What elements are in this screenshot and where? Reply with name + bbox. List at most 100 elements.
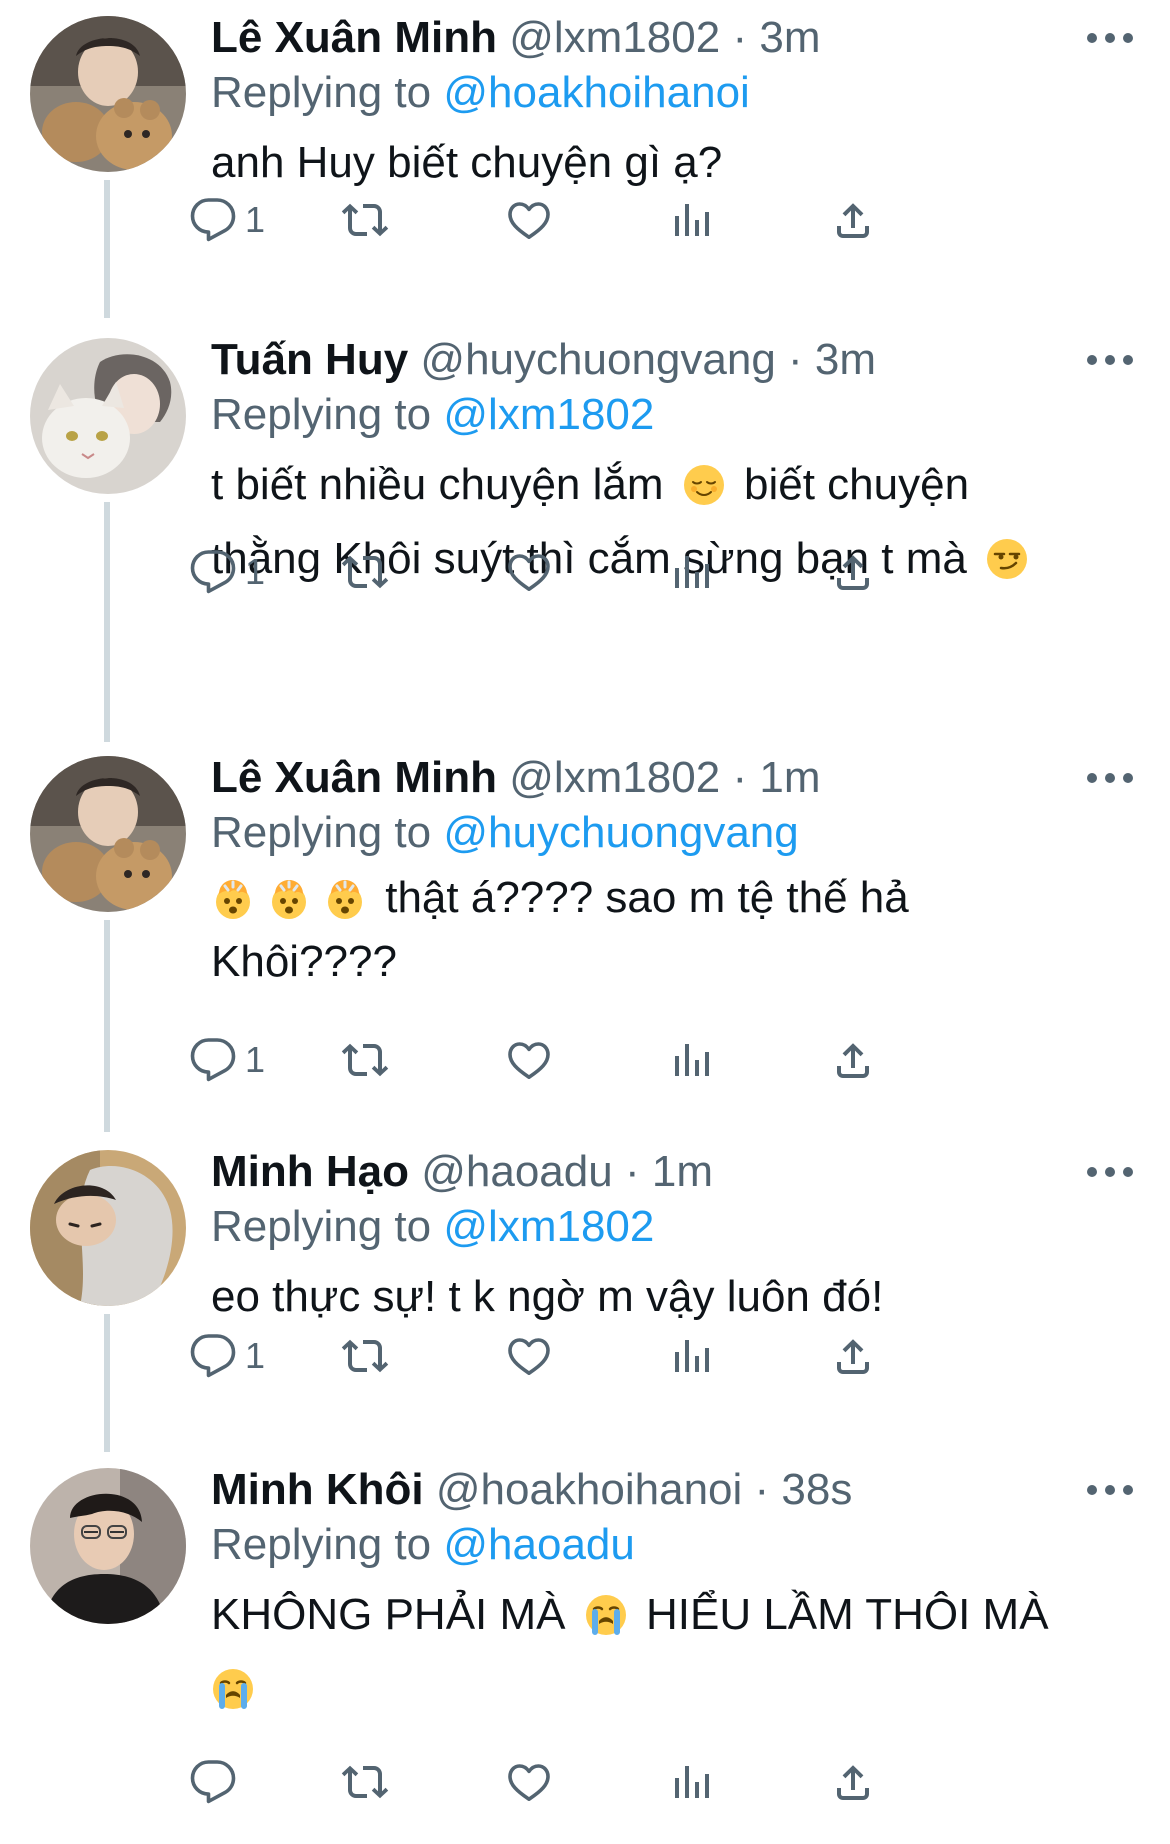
reply-icon (189, 1332, 237, 1380)
author-handle[interactable]: @lxm1802 (509, 753, 720, 802)
author-handle[interactable]: @lxm1802 (509, 13, 720, 62)
mention-link[interactable]: @huychuongvang (443, 808, 798, 857)
action-bar: 1 (211, 1030, 1051, 1090)
views-icon (667, 1332, 715, 1380)
separator: · (788, 335, 803, 384)
action-bar: 1 (211, 1326, 1051, 1386)
share-button[interactable] (829, 190, 877, 250)
tweet-text: thật á???? sao m tệ thế hả Khôi???? (211, 866, 1146, 994)
retweet-button[interactable] (341, 542, 389, 602)
share-button[interactable] (829, 1030, 877, 1090)
tweet-text-line: t biết nhiều chuyện lắm biết chuyện (211, 448, 1146, 522)
views-button[interactable] (667, 1326, 715, 1386)
more-options-icon[interactable] (1080, 760, 1140, 796)
tweet[interactable]: Minh Khôi @hoakhoihanoi · 38s Replying t… (0, 1452, 1170, 1844)
replying-to: Replying to @haoadu (211, 1518, 1146, 1572)
avatar[interactable] (30, 1468, 186, 1624)
views-button[interactable] (667, 1030, 715, 1090)
timestamp[interactable]: 3m (815, 335, 876, 384)
avatar[interactable] (30, 16, 186, 172)
more-options-icon[interactable] (1080, 1472, 1140, 1508)
more-options-icon[interactable] (1080, 20, 1140, 56)
share-button[interactable] (829, 542, 877, 602)
timestamp[interactable]: 38s (781, 1465, 852, 1514)
mention-link[interactable]: @haoadu (443, 1520, 635, 1569)
timestamp[interactable]: 1m (652, 1147, 713, 1196)
like-icon (505, 548, 553, 596)
views-button[interactable] (667, 1752, 715, 1812)
views-icon (667, 1036, 715, 1084)
reply-count: 1 (245, 1335, 266, 1376)
action-bar (211, 1752, 1051, 1812)
like-button[interactable] (505, 190, 553, 250)
retweet-button[interactable] (341, 1752, 389, 1812)
retweet-icon (341, 1036, 389, 1084)
author-name[interactable]: Lê Xuân Minh (211, 753, 497, 802)
tweet-text: KHÔNG PHẢI MÀ HIỂU LẦM THÔI MÀ (211, 1578, 1146, 1726)
like-button[interactable] (505, 1030, 553, 1090)
reply-button[interactable] (189, 1752, 245, 1812)
tweet[interactable]: Minh Hạo @haoadu · 1m Replying to @lxm18… (0, 1134, 1170, 1452)
tweet-text-fragment: biết chuyện (743, 460, 970, 509)
like-button[interactable] (505, 542, 553, 602)
tweet[interactable]: Lê Xuân Minh @lxm1802 · 1m Replying to @… (0, 740, 1170, 1132)
tweet-text-line: Khôi???? (211, 930, 1146, 994)
exploding-head-emoji-icon (323, 876, 367, 920)
reply-button[interactable]: 1 (189, 190, 265, 250)
retweet-icon (341, 1332, 389, 1380)
thread-connector (104, 300, 110, 318)
avatar[interactable] (30, 756, 186, 912)
exploding-head-emoji-icon (211, 876, 255, 920)
mention-link[interactable]: @lxm1802 (443, 390, 654, 439)
retweet-button[interactable] (341, 190, 389, 250)
loudly-crying-face-emoji-icon (584, 1593, 628, 1637)
separator: · (624, 1147, 640, 1196)
like-button[interactable] (505, 1752, 553, 1812)
share-icon (829, 1758, 877, 1806)
tweet[interactable]: Lê Xuân Minh @lxm1802 · 3m Replying to @… (0, 0, 1170, 300)
author-handle[interactable]: @huychuongvang (420, 335, 775, 384)
reply-button[interactable]: 1 (189, 542, 265, 602)
retweet-button[interactable] (341, 1326, 389, 1386)
tweet-text: eo thực sự! t k ngờ m vậy luôn đó! (211, 1260, 1146, 1334)
author-handle[interactable]: @haoadu (421, 1147, 613, 1196)
reply-button[interactable]: 1 (189, 1326, 265, 1386)
author-name[interactable]: Lê Xuân Minh (211, 13, 497, 62)
reply-icon (189, 196, 237, 244)
more-options-icon[interactable] (1080, 1154, 1140, 1190)
reply-button[interactable]: 1 (189, 1030, 265, 1090)
views-button[interactable] (667, 542, 715, 602)
share-icon (829, 196, 877, 244)
replying-to-label: Replying to (211, 1520, 432, 1569)
retweet-button[interactable] (341, 1030, 389, 1090)
author-name[interactable]: Minh Hạo (211, 1147, 409, 1196)
replying-to-label: Replying to (211, 808, 432, 857)
more-options-icon[interactable] (1080, 342, 1140, 378)
author-handle[interactable]: @hoakhoihanoi (436, 1465, 742, 1514)
views-button[interactable] (667, 190, 715, 250)
reply-count: 1 (245, 551, 266, 592)
mention-link[interactable]: @hoakhoihanoi (443, 68, 749, 117)
tweet[interactable]: Tuấn Huy @huychuongvang · 3m Replying to… (0, 300, 1170, 742)
reply-count: 1 (245, 1039, 266, 1080)
share-button[interactable] (829, 1752, 877, 1812)
avatar-teddy-bear-icon (30, 756, 186, 912)
like-icon (505, 1332, 553, 1380)
tweet-text-fragment: HIỂU LẦM THÔI MÀ (645, 1590, 1049, 1639)
thread-connector (104, 502, 110, 742)
replying-to: Replying to @lxm1802 (211, 388, 1146, 442)
mention-link[interactable]: @lxm1802 (443, 1202, 654, 1251)
like-button[interactable] (505, 1326, 553, 1386)
author-name[interactable]: Minh Khôi (211, 1465, 424, 1514)
share-icon (829, 548, 877, 596)
action-bar: 1 (211, 542, 1051, 602)
avatar[interactable] (30, 338, 186, 494)
avatar[interactable] (30, 1150, 186, 1306)
tweet-text-fragment: Khôi???? (211, 937, 397, 986)
timestamp[interactable]: 1m (759, 753, 820, 802)
share-button[interactable] (829, 1326, 877, 1386)
author-name[interactable]: Tuấn Huy (211, 335, 408, 384)
timestamp[interactable]: 3m (759, 13, 820, 62)
avatar-teddy-bear-icon (30, 16, 186, 172)
share-icon (829, 1036, 877, 1084)
